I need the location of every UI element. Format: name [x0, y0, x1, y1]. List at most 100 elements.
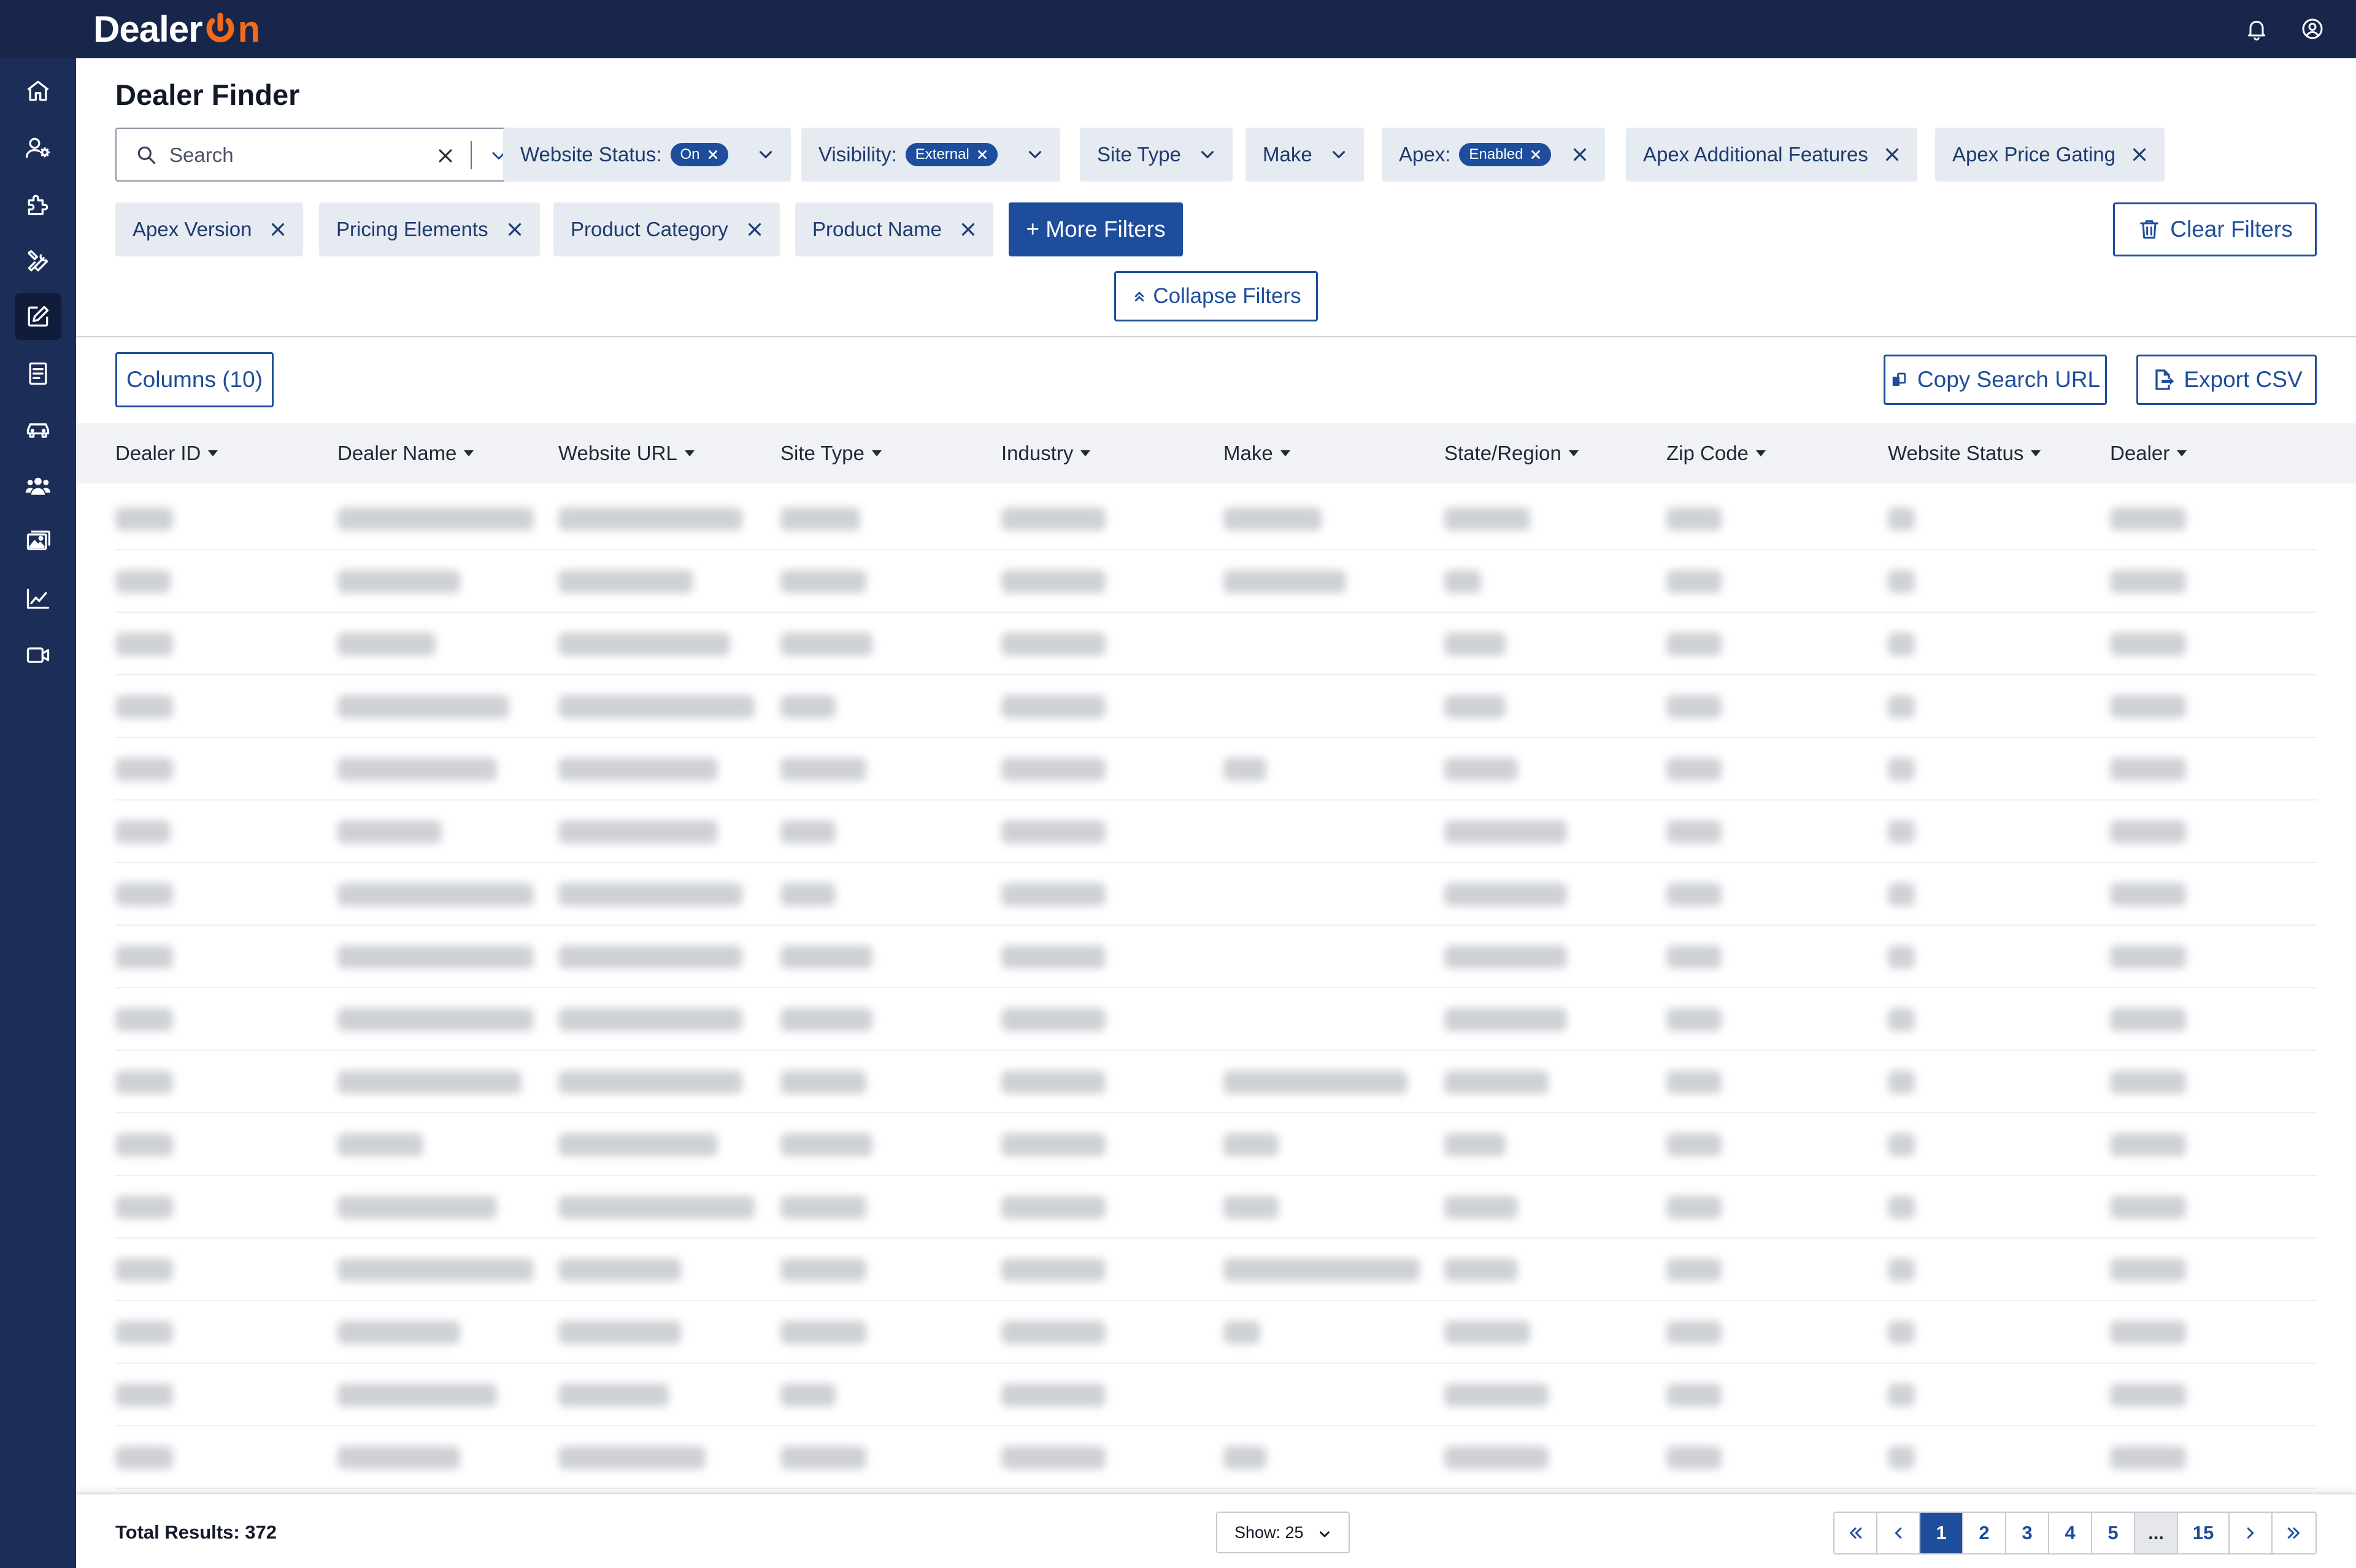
- filter-chip-product-category[interactable]: Product Category: [553, 202, 780, 256]
- page-button[interactable]: 4: [2049, 1513, 2092, 1553]
- previous-page-button[interactable]: [1877, 1513, 1920, 1553]
- receipt-icon[interactable]: [15, 350, 61, 397]
- blurred-cell: [780, 507, 860, 531]
- first-page-button[interactable]: [1834, 1513, 1877, 1553]
- remove-filter-icon[interactable]: [958, 219, 979, 240]
- blurred-cell: [1223, 1446, 1266, 1469]
- page-button[interactable]: 2: [1963, 1513, 2006, 1553]
- filter-chip-visibility[interactable]: Visibility: External: [801, 128, 1060, 182]
- blurred-cell: [115, 632, 173, 656]
- blurred-cell: [2110, 883, 2186, 906]
- column-header-website-url[interactable]: Website URL: [558, 423, 695, 483]
- table-row[interactable]: [115, 1239, 2317, 1301]
- column-header-website-status[interactable]: Website Status: [1888, 423, 2041, 483]
- remove-filter-icon[interactable]: [1882, 144, 1903, 165]
- last-page-button[interactable]: [2273, 1513, 2316, 1553]
- table-row[interactable]: [115, 1426, 2317, 1489]
- remove-value-icon[interactable]: [706, 148, 720, 161]
- dealeron-logo[interactable]: Dealer n: [93, 9, 260, 50]
- remove-filter-icon[interactable]: [744, 219, 765, 240]
- table-row[interactable]: [115, 1301, 2317, 1364]
- column-header-site-type[interactable]: Site Type: [780, 423, 882, 483]
- blurred-cell: [115, 1446, 173, 1469]
- table-row[interactable]: [115, 550, 2317, 613]
- export-csv-button[interactable]: Export CSV: [2136, 355, 2317, 405]
- blurred-cell: [337, 1133, 423, 1156]
- search-box[interactable]: [115, 128, 560, 182]
- copy-search-url-button[interactable]: Copy Search URL: [1884, 355, 2107, 405]
- column-header-dealer-id[interactable]: Dealer ID: [115, 423, 218, 483]
- columns-button[interactable]: Columns (10): [115, 352, 274, 407]
- filter-chip-apex[interactable]: Apex: Enabled: [1382, 128, 1606, 182]
- remove-value-icon[interactable]: [976, 148, 989, 161]
- filter-value-pill[interactable]: Enabled: [1459, 143, 1552, 166]
- table-row[interactable]: [115, 926, 2317, 988]
- table-row[interactable]: [115, 801, 2317, 863]
- account-icon[interactable]: [2298, 15, 2327, 43]
- remove-filter-icon[interactable]: [1569, 144, 1590, 165]
- edit-icon[interactable]: [15, 293, 61, 340]
- car-icon[interactable]: [15, 407, 61, 453]
- table-row[interactable]: [115, 1051, 2317, 1113]
- more-filters-button[interactable]: + More Filters: [1009, 202, 1183, 256]
- table-row[interactable]: [115, 738, 2317, 801]
- filter-chip-product-name[interactable]: Product Name: [795, 202, 993, 256]
- filter-chip-apex-version[interactable]: Apex Version: [115, 202, 304, 256]
- collapse-filters-button[interactable]: Collapse Filters: [1114, 271, 1318, 321]
- filter-value-pill[interactable]: External: [905, 143, 998, 166]
- tools-icon[interactable]: [15, 238, 61, 285]
- clear-search-icon[interactable]: [434, 145, 456, 167]
- column-header-dealer[interactable]: Dealer: [2110, 423, 2187, 483]
- chevron-down-icon[interactable]: [1197, 144, 1218, 165]
- column-header-dealer-name[interactable]: Dealer Name: [337, 423, 474, 483]
- chevron-down-icon[interactable]: [1328, 144, 1349, 165]
- table-row[interactable]: [115, 988, 2317, 1051]
- remove-filter-icon[interactable]: [268, 219, 288, 240]
- filter-chip-apex-additional-features[interactable]: Apex Additional Features: [1626, 128, 1917, 182]
- column-header-industry[interactable]: Industry: [1001, 423, 1091, 483]
- remove-value-icon[interactable]: [1529, 148, 1542, 161]
- chevron-down-icon[interactable]: [1025, 144, 1045, 165]
- page-size-select[interactable]: Show: 25: [1216, 1512, 1350, 1553]
- filter-value-pill[interactable]: On: [670, 143, 728, 166]
- home-icon[interactable]: [15, 67, 61, 114]
- search-input[interactable]: [169, 142, 439, 168]
- column-header-make[interactable]: Make: [1223, 423, 1290, 483]
- table-row[interactable]: [115, 675, 2317, 738]
- sort-caret-icon: [684, 450, 695, 456]
- page-button[interactable]: 15: [2178, 1513, 2230, 1553]
- image-gallery-icon[interactable]: [15, 519, 61, 566]
- blurred-cell: [1444, 1070, 1549, 1094]
- filter-chip-website-status[interactable]: Website Status: On: [503, 128, 791, 182]
- remove-filter-icon[interactable]: [2129, 144, 2150, 165]
- next-page-button[interactable]: [2230, 1513, 2273, 1553]
- puzzle-icon[interactable]: [15, 182, 61, 228]
- column-header-zip-code[interactable]: Zip Code: [1666, 423, 1766, 483]
- page-button[interactable]: 3: [2006, 1513, 2049, 1553]
- table-row[interactable]: [115, 863, 2317, 926]
- user-settings-icon[interactable]: [15, 125, 61, 171]
- table-row[interactable]: [115, 1364, 2317, 1426]
- chart-line-icon[interactable]: [15, 575, 61, 622]
- filter-chip-apex-price-gating[interactable]: Apex Price Gating: [1935, 128, 2165, 182]
- clear-filters-button[interactable]: Clear Filters: [2113, 202, 2317, 256]
- column-header-state-region[interactable]: State/Region: [1444, 423, 1579, 483]
- blurred-cell: [1444, 1383, 1549, 1407]
- blurred-cell: [115, 1321, 173, 1344]
- page-button[interactable]: 1: [1920, 1513, 1963, 1553]
- table-row[interactable]: [115, 613, 2317, 675]
- table-row[interactable]: [115, 1113, 2317, 1176]
- blurred-cell: [2110, 758, 2186, 781]
- page-button[interactable]: 5: [2092, 1513, 2135, 1553]
- filter-chip-site-type[interactable]: Site Type: [1080, 128, 1233, 182]
- table-row[interactable]: [115, 1176, 2317, 1239]
- filter-chip-pricing-elements[interactable]: Pricing Elements: [319, 202, 540, 256]
- users-icon[interactable]: [15, 463, 61, 509]
- bell-icon[interactable]: [2242, 15, 2271, 43]
- chevron-down-icon[interactable]: [755, 144, 776, 165]
- filter-chip-make[interactable]: Make: [1245, 128, 1364, 182]
- remove-filter-icon[interactable]: [504, 219, 525, 240]
- table-row[interactable]: [115, 488, 2317, 550]
- blurred-cell: [1001, 1008, 1106, 1031]
- video-icon[interactable]: [15, 632, 61, 678]
